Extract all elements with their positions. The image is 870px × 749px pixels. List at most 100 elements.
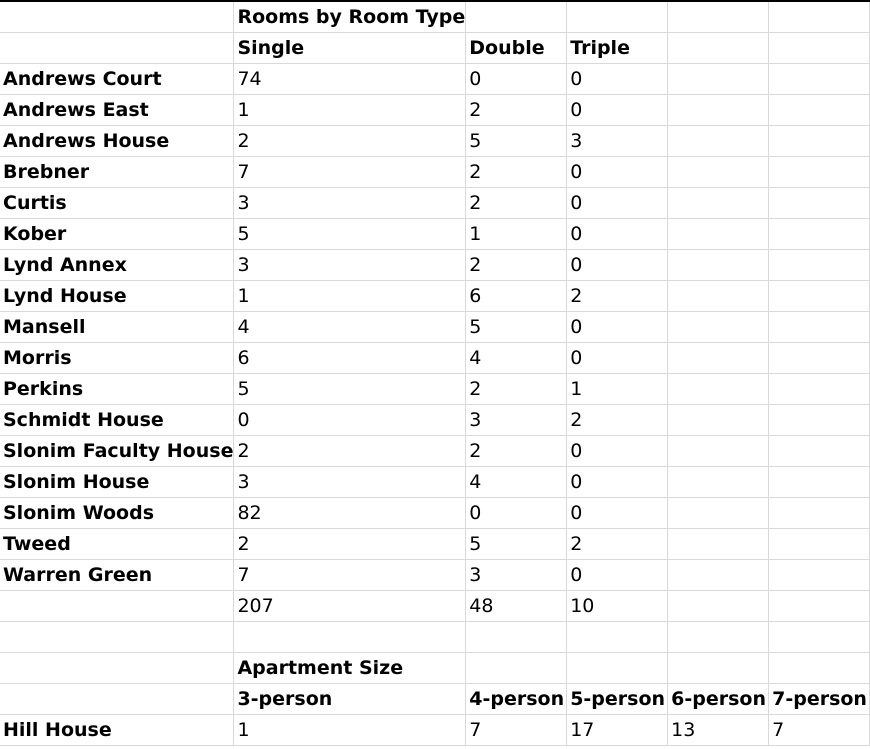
empty-cell[interactable] — [0, 621, 235, 653]
empty-cell[interactable] — [667, 187, 770, 219]
room-count-cell[interactable]: 3 — [233, 249, 467, 281]
empty-cell[interactable] — [667, 125, 770, 157]
room-count-cell[interactable]: 2 — [465, 94, 568, 126]
building-name[interactable]: Perkins — [0, 373, 235, 405]
room-count-cell[interactable]: 0 — [233, 404, 467, 436]
empty-cell[interactable] — [768, 280, 870, 312]
room-count-cell[interactable]: 7 — [233, 559, 467, 591]
empty-cell[interactable] — [566, 621, 669, 653]
room-count-cell[interactable]: 4 — [465, 342, 568, 374]
room-count-cell[interactable]: 5 — [465, 311, 568, 343]
empty-cell[interactable] — [0, 590, 235, 622]
empty-cell[interactable] — [768, 652, 870, 684]
room-count-cell[interactable]: 3 — [233, 187, 467, 219]
room-count-cell[interactable]: 1 — [566, 373, 669, 405]
apartment-count-cell[interactable]: 7 — [465, 714, 568, 746]
apartment-table-title[interactable]: Apartment Size — [233, 652, 467, 684]
apartment-size-header[interactable]: 5-person — [566, 683, 669, 715]
empty-cell[interactable] — [768, 187, 870, 219]
room-total-cell[interactable]: 207 — [233, 590, 467, 622]
empty-cell[interactable] — [667, 497, 770, 529]
room-count-cell[interactable]: 0 — [566, 156, 669, 188]
apartment-count-cell[interactable]: 17 — [566, 714, 669, 746]
room-count-cell[interactable]: 74 — [233, 63, 467, 95]
empty-cell[interactable] — [667, 218, 770, 250]
room-count-cell[interactable]: 6 — [465, 280, 568, 312]
apartment-count-cell[interactable]: 1 — [233, 714, 467, 746]
empty-cell[interactable] — [768, 373, 870, 405]
room-count-cell[interactable]: 0 — [465, 497, 568, 529]
empty-cell[interactable] — [667, 559, 770, 591]
room-count-cell[interactable]: 2 — [233, 435, 467, 467]
building-name[interactable]: Andrews House — [0, 125, 235, 157]
empty-cell[interactable] — [0, 652, 235, 684]
room-count-cell[interactable]: 82 — [233, 497, 467, 529]
room-type-header[interactable]: Double — [465, 32, 568, 64]
empty-cell[interactable] — [768, 218, 870, 250]
empty-cell[interactable] — [768, 590, 870, 622]
room-count-cell[interactable]: 0 — [566, 435, 669, 467]
empty-cell[interactable] — [768, 63, 870, 95]
room-count-cell[interactable]: 2 — [566, 280, 669, 312]
room-count-cell[interactable]: 0 — [566, 466, 669, 498]
empty-cell[interactable] — [465, 652, 568, 684]
room-count-cell[interactable]: 3 — [465, 404, 568, 436]
room-count-cell[interactable]: 2 — [465, 187, 568, 219]
room-count-cell[interactable]: 5 — [233, 218, 467, 250]
empty-cell[interactable] — [667, 528, 770, 560]
room-count-cell[interactable]: 0 — [566, 63, 669, 95]
room-count-cell[interactable]: 0 — [566, 342, 669, 374]
room-count-cell[interactable]: 2 — [566, 528, 669, 560]
empty-cell[interactable] — [0, 32, 235, 64]
room-count-cell[interactable]: 0 — [566, 497, 669, 529]
room-total-cell[interactable]: 48 — [465, 590, 568, 622]
empty-cell[interactable] — [465, 621, 568, 653]
room-count-cell[interactable]: 2 — [465, 249, 568, 281]
room-count-cell[interactable]: 0 — [566, 94, 669, 126]
empty-cell[interactable] — [667, 249, 770, 281]
building-name[interactable]: Schmidt House — [0, 404, 235, 436]
empty-cell[interactable] — [768, 497, 870, 529]
empty-cell[interactable] — [667, 373, 770, 405]
room-count-cell[interactable]: 2 — [465, 435, 568, 467]
room-count-cell[interactable]: 5 — [233, 373, 467, 405]
room-count-cell[interactable]: 2 — [233, 125, 467, 157]
room-count-cell[interactable]: 3 — [233, 466, 467, 498]
building-name[interactable]: Andrews East — [0, 94, 235, 126]
empty-cell[interactable] — [667, 32, 770, 64]
apartment-count-cell[interactable]: 13 — [667, 714, 770, 746]
room-count-cell[interactable]: 0 — [465, 63, 568, 95]
empty-cell[interactable] — [768, 156, 870, 188]
empty-cell[interactable] — [667, 311, 770, 343]
room-type-header[interactable]: Single — [233, 32, 467, 64]
empty-cell[interactable] — [768, 404, 870, 436]
building-name[interactable]: Andrews Court — [0, 63, 235, 95]
empty-cell[interactable] — [566, 2, 669, 33]
empty-cell[interactable] — [233, 621, 467, 653]
room-count-cell[interactable]: 2 — [566, 404, 669, 436]
empty-cell[interactable] — [768, 621, 870, 653]
empty-cell[interactable] — [768, 342, 870, 374]
apartment-count-cell[interactable]: 7 — [768, 714, 870, 746]
room-count-cell[interactable]: 6 — [233, 342, 467, 374]
room-count-cell[interactable]: 0 — [566, 249, 669, 281]
room-count-cell[interactable]: 2 — [233, 528, 467, 560]
room-count-cell[interactable]: 1 — [233, 94, 467, 126]
building-name[interactable]: Lynd Annex — [0, 249, 235, 281]
building-name[interactable]: Hill House — [0, 714, 235, 746]
empty-cell[interactable] — [768, 94, 870, 126]
room-count-cell[interactable]: 2 — [465, 373, 568, 405]
empty-cell[interactable] — [768, 528, 870, 560]
building-name[interactable]: Mansell — [0, 311, 235, 343]
empty-cell[interactable] — [768, 311, 870, 343]
empty-cell[interactable] — [667, 652, 770, 684]
empty-cell[interactable] — [768, 32, 870, 64]
room-count-cell[interactable]: 0 — [566, 218, 669, 250]
building-name[interactable]: Warren Green — [0, 559, 235, 591]
building-name[interactable]: Lynd House — [0, 280, 235, 312]
room-count-cell[interactable]: 0 — [566, 311, 669, 343]
empty-cell[interactable] — [667, 2, 770, 33]
building-name[interactable]: Brebner — [0, 156, 235, 188]
room-count-cell[interactable]: 1 — [233, 280, 467, 312]
empty-cell[interactable] — [0, 2, 235, 33]
